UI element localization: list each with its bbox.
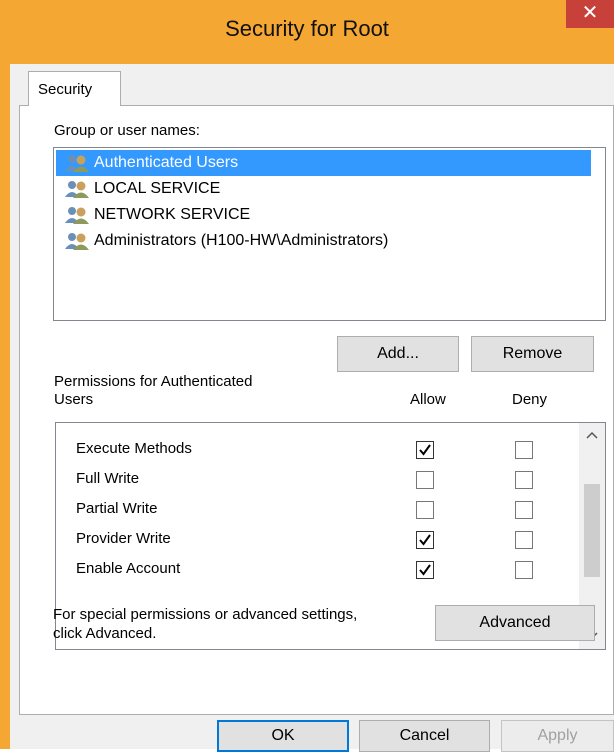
group-user-names-label: Group or user names: [54, 122, 200, 139]
dialog-body: Security Group or user names: Authentica… [10, 64, 614, 752]
close-icon: ✕ [581, 2, 599, 24]
cancel-button[interactable]: Cancel [359, 720, 490, 752]
advanced-button[interactable]: Advanced [435, 605, 595, 641]
permission-name: Full Write [76, 470, 140, 487]
permission-row: Full Write [56, 465, 566, 495]
user-name: Authenticated Users [94, 154, 239, 171]
user-list-item[interactable]: LOCAL SERVICE [56, 176, 591, 202]
deny-column-header: Deny [512, 391, 548, 408]
permission-row: Provider Write [56, 525, 566, 555]
permissions-header-line1: Permissions for Authenticated [54, 373, 253, 390]
permission-name: Provider Write [76, 530, 171, 547]
users-group-icon [64, 153, 90, 173]
user-list-item[interactable]: Authenticated Users [56, 150, 591, 176]
allow-checkbox[interactable] [416, 531, 434, 549]
advanced-hint-line2: click Advanced. [53, 625, 157, 642]
allow-checkbox[interactable] [416, 471, 434, 489]
remove-button[interactable]: Remove [471, 336, 594, 372]
permission-row: Execute Methods [56, 435, 566, 465]
users-group-icon [64, 205, 90, 225]
deny-checkbox[interactable] [515, 501, 533, 519]
users-group-icon [64, 179, 90, 199]
tab-security[interactable]: Security [28, 71, 121, 106]
deny-checkbox[interactable] [515, 471, 533, 489]
user-name: NETWORK SERVICE [94, 206, 251, 223]
allow-checkbox[interactable] [416, 501, 434, 519]
user-name: Administrators (H100-HW\Administrators) [94, 232, 389, 249]
deny-checkbox[interactable] [515, 441, 533, 459]
scroll-up-icon[interactable] [579, 423, 605, 449]
title-bar[interactable]: Security for Root ✕ [0, 0, 614, 64]
permission-name: Enable Account [76, 560, 181, 577]
ok-button[interactable]: OK [217, 720, 349, 752]
window-title: Security for Root [225, 16, 389, 41]
close-button[interactable]: ✕ [566, 0, 614, 28]
user-list-item[interactable]: NETWORK SERVICE [56, 202, 591, 228]
permissions-header-line2: Users [54, 391, 94, 408]
scrollbar-thumb[interactable] [584, 484, 600, 577]
user-list-item[interactable]: Administrators (H100-HW\Administrators) [56, 228, 591, 254]
permission-name: Execute Methods [76, 440, 192, 457]
permission-name: Partial Write [76, 500, 158, 517]
security-dialog: Security for Root ✕ Security Group or us… [0, 0, 614, 752]
allow-checkbox[interactable] [416, 441, 434, 459]
allow-checkbox[interactable] [416, 561, 434, 579]
advanced-hint-line1: For special permissions or advanced sett… [53, 606, 358, 623]
apply-button[interactable]: Apply [501, 720, 614, 752]
deny-checkbox[interactable] [515, 561, 533, 579]
allow-column-header: Allow [410, 391, 446, 408]
user-name: LOCAL SERVICE [94, 180, 221, 197]
user-list[interactable]: Authenticated Users LOCAL SERVICE NETWORK … [53, 147, 606, 321]
add-button[interactable]: Add... [337, 336, 459, 372]
permission-row: Enable Account [56, 555, 566, 585]
users-group-icon [64, 231, 90, 251]
permission-row: Partial Write [56, 495, 566, 525]
deny-checkbox[interactable] [515, 531, 533, 549]
